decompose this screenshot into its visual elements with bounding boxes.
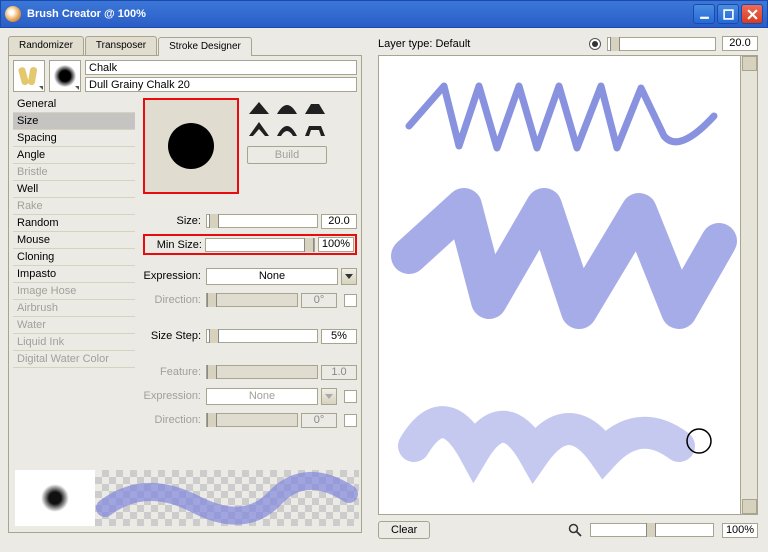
size-label: Size: — [143, 215, 203, 227]
direction-checkbox[interactable] — [344, 294, 357, 307]
minimize-button[interactable] — [693, 4, 715, 24]
category-image-hose: Image Hose — [13, 283, 135, 300]
brush-variant-picker[interactable] — [49, 60, 81, 92]
category-water: Water — [13, 317, 135, 334]
chevron-down-icon — [75, 86, 79, 90]
build-button: Build — [247, 146, 327, 164]
canvas-scrollbar[interactable] — [740, 56, 757, 514]
feature-label: Feature: — [143, 366, 203, 378]
brush-category-picker[interactable] — [13, 60, 45, 92]
direction2-slider — [206, 413, 298, 427]
brush-category-field[interactable] — [85, 60, 357, 75]
chevron-down-icon — [39, 86, 43, 90]
direction2-value: 0° — [301, 413, 337, 428]
category-liquid-ink: Liquid Ink — [13, 334, 135, 351]
zoom-slider[interactable] — [590, 523, 714, 537]
direction2-checkbox[interactable] — [344, 414, 357, 427]
direction-slider — [206, 293, 298, 307]
stroke-footer-preview — [95, 470, 359, 526]
category-well[interactable]: Well — [13, 181, 135, 198]
designer-panel: GeneralSizeSpacingAngleBristleWellRakeRa… — [8, 55, 362, 533]
window-title: Brush Creator @ 100% — [27, 8, 691, 20]
expression2-dropdown: None — [206, 388, 318, 405]
brush-name-field[interactable] — [85, 77, 357, 92]
expression2-checkbox[interactable] — [344, 390, 357, 403]
direction-label: Direction: — [143, 294, 203, 306]
top-size-value[interactable]: 20.0 — [722, 36, 758, 51]
maximize-button[interactable] — [717, 4, 739, 24]
category-digital-water-color: Digital Water Color — [13, 351, 135, 368]
dab-type-2[interactable] — [275, 98, 299, 116]
clear-button[interactable]: Clear — [378, 521, 430, 539]
category-angle[interactable]: Angle — [13, 147, 135, 164]
category-spacing[interactable]: Spacing — [13, 130, 135, 147]
tab-transposer[interactable]: Transposer — [85, 36, 157, 55]
category-mouse[interactable]: Mouse — [13, 232, 135, 249]
expression2-dropdown-button — [321, 388, 337, 405]
direction2-label: Direction: — [143, 414, 203, 426]
close-button[interactable] — [741, 4, 763, 24]
category-list: GeneralSizeSpacingAngleBristleWellRakeRa… — [13, 96, 135, 429]
dab-footer-preview — [15, 470, 95, 526]
expression-dropdown[interactable]: None — [206, 268, 338, 285]
tab-stroke-designer[interactable]: Stroke Designer — [158, 37, 252, 56]
category-bristle: Bristle — [13, 164, 135, 181]
dab-type-4[interactable] — [247, 120, 271, 138]
expression-dropdown-button[interactable] — [341, 268, 357, 285]
dab-type-5[interactable] — [275, 120, 299, 138]
app-icon — [5, 6, 21, 22]
min-size-slider[interactable] — [205, 238, 315, 252]
size-value[interactable]: 20.0 — [321, 214, 357, 229]
feature-value: 1.0 — [321, 365, 357, 380]
size-step-label: Size Step: — [143, 330, 203, 342]
size-step-value[interactable]: 5% — [321, 329, 357, 344]
direction-value: 0° — [301, 293, 337, 308]
brush-size-radio[interactable] — [589, 38, 601, 50]
category-impasto[interactable]: Impasto — [13, 266, 135, 283]
scroll-down-icon[interactable] — [742, 499, 757, 514]
category-cloning[interactable]: Cloning — [13, 249, 135, 266]
category-size[interactable]: Size — [13, 113, 135, 130]
min-size-label: Min Size: — [146, 239, 202, 251]
feature-slider — [206, 365, 318, 379]
tab-randomizer[interactable]: Randomizer — [8, 36, 84, 55]
dab-type-3[interactable] — [303, 98, 327, 116]
min-size-value[interactable]: 100% — [318, 237, 354, 252]
category-airbrush: Airbrush — [13, 300, 135, 317]
category-general[interactable]: General — [13, 96, 135, 113]
size-slider[interactable] — [206, 214, 318, 228]
top-size-slider[interactable] — [607, 37, 716, 51]
scroll-up-icon[interactable] — [742, 56, 757, 71]
layer-type-label: Layer type: Default — [378, 38, 470, 50]
brush-canvas[interactable] — [378, 55, 758, 515]
dab-type-6[interactable] — [303, 120, 327, 138]
brush-dab-preview — [143, 98, 239, 194]
category-random[interactable]: Random — [13, 215, 135, 232]
chevron-down-icon — [325, 394, 333, 399]
dab-type-1[interactable] — [247, 98, 271, 116]
zoom-value[interactable]: 100% — [722, 523, 758, 538]
category-rake: Rake — [13, 198, 135, 215]
magnifier-icon — [568, 523, 582, 537]
expression-label: Expression: — [143, 270, 203, 282]
expression2-label: Expression: — [143, 390, 203, 402]
size-step-slider[interactable] — [206, 329, 318, 343]
chevron-down-icon — [345, 274, 353, 279]
